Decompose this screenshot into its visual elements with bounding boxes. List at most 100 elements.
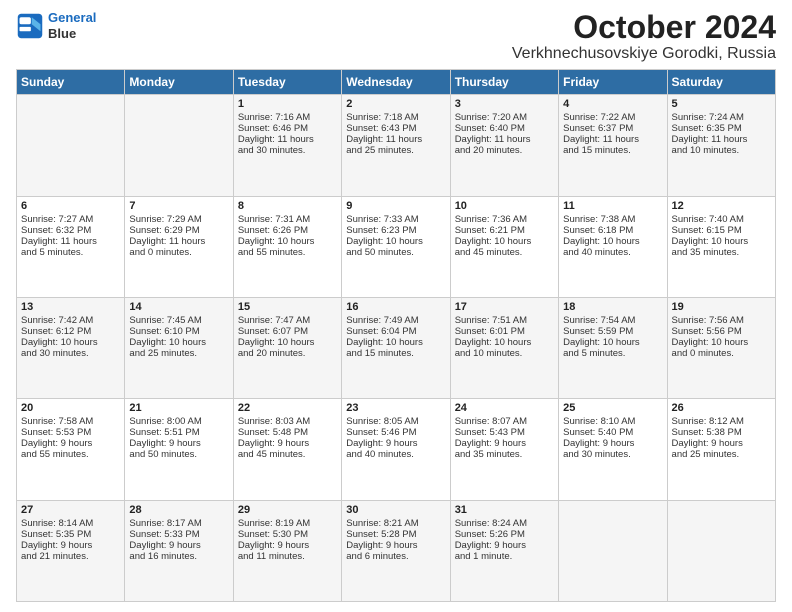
day-info: Daylight: 10 hours: [563, 236, 662, 247]
day-info: and 5 minutes.: [563, 348, 662, 359]
day-info: Daylight: 10 hours: [346, 236, 445, 247]
calendar-cell: 13Sunrise: 7:42 AMSunset: 6:12 PMDayligh…: [17, 297, 125, 398]
day-info: Daylight: 10 hours: [455, 337, 554, 348]
day-info: Daylight: 10 hours: [238, 337, 337, 348]
calendar-cell: 9Sunrise: 7:33 AMSunset: 6:23 PMDaylight…: [342, 196, 450, 297]
day-info: Sunset: 6:18 PM: [563, 225, 662, 236]
day-number: 31: [455, 504, 554, 516]
day-info: Daylight: 9 hours: [563, 438, 662, 449]
calendar-cell: 16Sunrise: 7:49 AMSunset: 6:04 PMDayligh…: [342, 297, 450, 398]
calendar-week-5: 27Sunrise: 8:14 AMSunset: 5:35 PMDayligh…: [17, 500, 776, 601]
calendar-cell: 18Sunrise: 7:54 AMSunset: 5:59 PMDayligh…: [559, 297, 667, 398]
day-info: and 35 minutes.: [672, 247, 771, 258]
calendar-cell: 30Sunrise: 8:21 AMSunset: 5:28 PMDayligh…: [342, 500, 450, 601]
day-info: Daylight: 11 hours: [129, 236, 228, 247]
calendar-cell: 4Sunrise: 7:22 AMSunset: 6:37 PMDaylight…: [559, 95, 667, 196]
day-info: Sunrise: 7:54 AM: [563, 315, 662, 326]
calendar-cell: 8Sunrise: 7:31 AMSunset: 6:26 PMDaylight…: [233, 196, 341, 297]
day-info: and 50 minutes.: [346, 247, 445, 258]
day-info: Sunset: 6:29 PM: [129, 225, 228, 236]
calendar-cell: 23Sunrise: 8:05 AMSunset: 5:46 PMDayligh…: [342, 399, 450, 500]
calendar-cell: [17, 95, 125, 196]
logo: General Blue: [16, 10, 96, 41]
day-number: 7: [129, 200, 228, 212]
day-info: Sunrise: 8:07 AM: [455, 416, 554, 427]
day-info: Sunset: 5:38 PM: [672, 427, 771, 438]
day-number: 12: [672, 200, 771, 212]
weekday-header-tuesday: Tuesday: [233, 70, 341, 95]
day-info: and 50 minutes.: [129, 449, 228, 460]
day-info: Sunrise: 7:42 AM: [21, 315, 120, 326]
day-info: Sunset: 5:26 PM: [455, 529, 554, 540]
title-block: October 2024 Verkhnechusovskiye Gorodki,…: [512, 10, 776, 63]
weekday-header-friday: Friday: [559, 70, 667, 95]
day-info: and 0 minutes.: [672, 348, 771, 359]
day-info: Sunset: 6:26 PM: [238, 225, 337, 236]
day-info: Sunrise: 8:05 AM: [346, 416, 445, 427]
day-info: Sunrise: 8:00 AM: [129, 416, 228, 427]
calendar-cell: 22Sunrise: 8:03 AMSunset: 5:48 PMDayligh…: [233, 399, 341, 500]
day-info: and 30 minutes.: [563, 449, 662, 460]
day-info: and 55 minutes.: [21, 449, 120, 460]
day-info: and 5 minutes.: [21, 247, 120, 258]
day-info: Daylight: 9 hours: [129, 540, 228, 551]
day-info: Daylight: 9 hours: [455, 438, 554, 449]
day-info: Sunrise: 7:20 AM: [455, 112, 554, 123]
calendar-table: SundayMondayTuesdayWednesdayThursdayFrid…: [16, 69, 776, 602]
day-info: and 30 minutes.: [21, 348, 120, 359]
day-info: Sunrise: 7:49 AM: [346, 315, 445, 326]
weekday-header-monday: Monday: [125, 70, 233, 95]
day-info: Sunrise: 8:17 AM: [129, 518, 228, 529]
day-info: Sunset: 5:40 PM: [563, 427, 662, 438]
day-number: 5: [672, 98, 771, 110]
calendar-week-4: 20Sunrise: 7:58 AMSunset: 5:53 PMDayligh…: [17, 399, 776, 500]
day-info: Sunset: 6:12 PM: [21, 326, 120, 337]
day-number: 26: [672, 402, 771, 414]
day-info: Daylight: 9 hours: [346, 540, 445, 551]
day-info: Daylight: 10 hours: [672, 337, 771, 348]
day-info: and 21 minutes.: [21, 551, 120, 562]
calendar-cell: 27Sunrise: 8:14 AMSunset: 5:35 PMDayligh…: [17, 500, 125, 601]
day-number: 1: [238, 98, 337, 110]
day-info: and 16 minutes.: [129, 551, 228, 562]
page: General Blue October 2024 Verkhnechusovs…: [0, 0, 792, 612]
day-info: Daylight: 9 hours: [238, 540, 337, 551]
calendar-cell: 15Sunrise: 7:47 AMSunset: 6:07 PMDayligh…: [233, 297, 341, 398]
day-info: Sunrise: 8:12 AM: [672, 416, 771, 427]
day-info: and 15 minutes.: [563, 145, 662, 156]
day-info: and 25 minutes.: [346, 145, 445, 156]
day-info: Sunrise: 7:22 AM: [563, 112, 662, 123]
day-info: Sunset: 6:01 PM: [455, 326, 554, 337]
day-number: 29: [238, 504, 337, 516]
weekday-header-wednesday: Wednesday: [342, 70, 450, 95]
day-info: Sunrise: 8:19 AM: [238, 518, 337, 529]
day-number: 2: [346, 98, 445, 110]
day-number: 15: [238, 301, 337, 313]
day-info: Sunset: 6:40 PM: [455, 123, 554, 134]
day-info: and 6 minutes.: [346, 551, 445, 562]
day-number: 23: [346, 402, 445, 414]
day-info: and 25 minutes.: [672, 449, 771, 460]
day-info: Sunset: 5:46 PM: [346, 427, 445, 438]
day-info: Sunset: 6:07 PM: [238, 326, 337, 337]
day-number: 3: [455, 98, 554, 110]
day-info: and 20 minutes.: [238, 348, 337, 359]
day-info: and 20 minutes.: [455, 145, 554, 156]
day-info: Daylight: 10 hours: [129, 337, 228, 348]
day-info: Sunset: 6:37 PM: [563, 123, 662, 134]
calendar-cell: 28Sunrise: 8:17 AMSunset: 5:33 PMDayligh…: [125, 500, 233, 601]
day-info: Sunrise: 7:36 AM: [455, 214, 554, 225]
day-info: Sunset: 5:53 PM: [21, 427, 120, 438]
calendar-cell: [559, 500, 667, 601]
day-info: Sunset: 5:35 PM: [21, 529, 120, 540]
day-info: Sunrise: 7:38 AM: [563, 214, 662, 225]
weekday-header-row: SundayMondayTuesdayWednesdayThursdayFrid…: [17, 70, 776, 95]
header: General Blue October 2024 Verkhnechusovs…: [16, 10, 776, 63]
day-info: Sunset: 5:28 PM: [346, 529, 445, 540]
calendar-week-1: 1Sunrise: 7:16 AMSunset: 6:46 PMDaylight…: [17, 95, 776, 196]
calendar-cell: 20Sunrise: 7:58 AMSunset: 5:53 PMDayligh…: [17, 399, 125, 500]
day-info: and 55 minutes.: [238, 247, 337, 258]
day-info: Sunset: 6:04 PM: [346, 326, 445, 337]
day-number: 17: [455, 301, 554, 313]
day-info: and 40 minutes.: [563, 247, 662, 258]
